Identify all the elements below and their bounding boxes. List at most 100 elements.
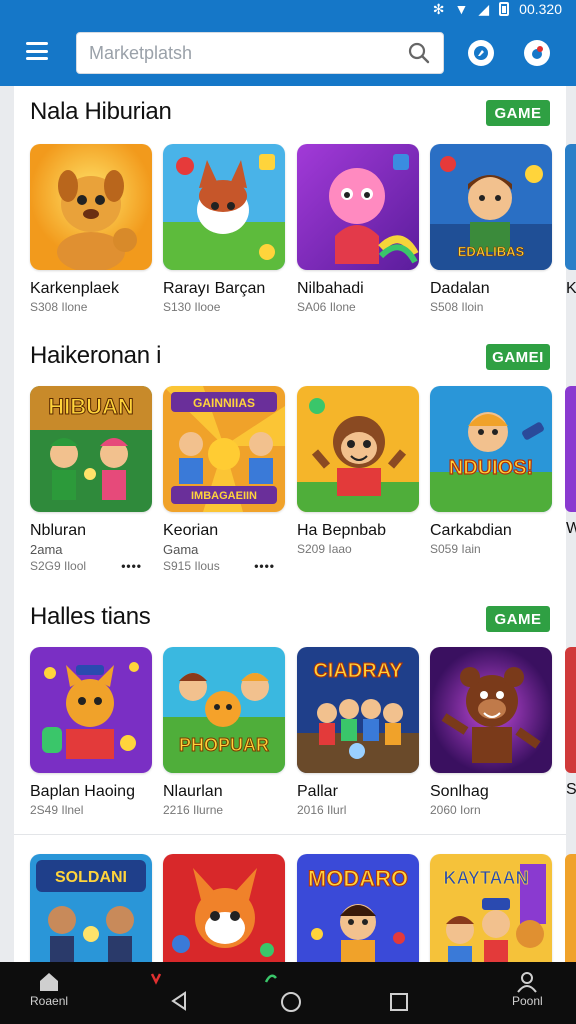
notification-dot-icon [150,973,162,985]
app-thumbnail[interactable]: HIBUAN [30,386,152,512]
app-category: Gama [163,542,199,557]
app-tile[interactable]: EDALIBAS Dadalan S508 Iloin [430,144,552,314]
game-badge[interactable]: GAME [486,606,550,632]
nav-profile-label: Poonl [512,994,543,1008]
thumbnail-title: MODARO [308,866,408,891]
app-thumbnail[interactable]: CIADRAY [297,647,419,773]
thumbnail-subtitle: IMBAGAEIIN [191,490,257,502]
nav-home-label: Roaenl [30,994,69,1008]
thumbnail-title: HIBUAN [48,394,134,419]
app-meta: S508 Iloin [430,300,484,314]
thumbnail-title: CIADRAY [313,660,403,682]
app-tile[interactable]: Nilbahadi SA06 Ilone [297,144,419,314]
app-name: Keorian [163,522,219,539]
app-name: Pallar [297,783,338,800]
app-tile[interactable]: Karkenplaek S308 Ilone [30,144,152,314]
game-badge[interactable]: GAMEI [486,344,550,370]
nav-profile[interactable]: Poonl [512,970,543,1008]
more-options-icon[interactable]: •••• [121,559,142,573]
thumbnail-title: GAINNIIAS [193,396,255,410]
thumbnail-title: EDALIBAS [458,244,525,259]
app-tile[interactable]: Sonlhag 2060 Iorn [430,647,552,817]
app-name: Carkabdian [430,522,512,539]
thumbnail-title: PHOPUAR [179,735,269,755]
profile-icon [517,972,538,993]
app-name: Rarayı Barçan [163,280,266,297]
section-title: Haikeronan i [30,342,162,369]
app-thumbnail[interactable] [30,647,152,773]
app-thumbnail[interactable]: EDALIBAS [430,144,552,270]
home-icon [40,973,59,991]
app-category: 2ama [30,542,63,557]
nav-home[interactable]: Roaenl [30,970,68,1008]
search-input[interactable]: Marketplatsh [89,43,407,64]
app-thumbnail[interactable]: NDUIOS! [430,386,552,512]
app-name: Nilbahadi [297,280,364,297]
app-meta: S2G9 Ilool •••• [30,559,142,573]
app-meta: S130 Ilooe [163,300,221,314]
bottom-navigation-bar: Roaenl Poonl [0,962,576,1024]
app-thumbnail-peek[interactable] [565,386,576,512]
section-title: Nala Hiburian [30,98,172,125]
app-tile[interactable]: GAINNIIAS IMBAGAEIIN Keorian Gama S915 Il… [163,386,285,573]
app-meta: 2016 Ilurl [297,803,347,817]
app-thumbnail-peek[interactable] [565,144,576,270]
app-meta: S059 Iain [430,542,481,556]
section-divider [14,834,566,835]
app-tile[interactable]: HIBUAN Nbluran 2ama S2G9 Ilool •••• [30,386,152,573]
app-thumbnail-peek[interactable] [565,647,576,773]
account-icon[interactable] [468,40,494,66]
app-name: Baplan Haoing [30,783,135,800]
app-tile[interactable]: PHOPUAR Nlaurlan 2216 Ilurne [163,647,285,817]
app-tile[interactable]: Baplan Haoing 2S49 Ilnel [30,647,152,817]
thumbnail-title: KAYTAAN [443,868,528,888]
back-icon[interactable] [168,990,190,1012]
app-screen: ✻ ▼ ◢ 00.320 Marketplatsh Nala Hiburian … [0,0,576,1024]
app-tile[interactable]: Ha Bepnbab S209 Iaao [297,386,419,556]
app-name-peek: W [566,520,576,537]
app-name: Dadalan [430,280,490,297]
app-name: Nbluran [30,522,87,539]
app-meta: 2216 Ilurne [163,803,224,817]
recents-icon[interactable] [389,992,409,1012]
app-meta: 2S49 Ilnel [30,803,84,817]
battery-icon [499,2,510,16]
search-bar[interactable]: Marketplatsh [76,32,444,74]
app-meta: S209 Iaao [297,542,352,556]
app-thumbnail[interactable] [163,144,285,270]
status-time: 00.320 [519,1,562,17]
app-meta: SA06 Ilone [297,300,356,314]
more-options-icon[interactable]: •••• [254,559,275,573]
status-bar: ✻ ▼ ◢ 00.320 [433,0,562,18]
app-thumbnail[interactable] [297,386,419,512]
app-name-peek: Ka [566,280,576,297]
wifi-icon: ▼ [454,1,469,17]
home-circle-icon[interactable] [279,990,303,1014]
thumbnail-title: NDUIOS! [449,457,533,479]
app-name: Nlaurlan [163,783,223,800]
app-meta: 2060 Iorn [430,803,481,817]
settings-icon: ✻ [432,0,445,17]
app-thumbnail[interactable]: PHOPUAR [163,647,285,773]
search-icon[interactable] [407,41,431,65]
app-thumbnail[interactable] [297,144,419,270]
app-thumbnail[interactable]: GAINNIIAS IMBAGAEIIN [163,386,285,512]
app-thumbnail[interactable] [430,647,552,773]
section-title: Halles tians [30,603,151,630]
app-meta: S915 Ilous •••• [163,559,275,573]
app-thumbnail[interactable] [30,144,152,270]
app-name: Sonlhag [430,783,489,800]
app-meta: S308 Ilone [30,300,88,314]
signal-icon: ◢ [478,0,490,17]
app-tile[interactable]: CIADRAY Pallar 2016 Ilurl [297,647,419,817]
app-name: Karkenplaek [30,280,119,297]
game-badge[interactable]: GAME [486,100,550,126]
notification-icon[interactable] [524,40,550,66]
top-app-bar: ✻ ▼ ◢ 00.320 Marketplatsh [0,0,576,86]
app-name: Ha Bepnbab [297,522,386,539]
sync-dot-icon [264,974,277,983]
app-tile[interactable]: NDUIOS! Carkabdian S059 Iain [430,386,552,556]
app-tile[interactable]: Rarayı Barçan S130 Ilooe [163,144,285,314]
app-name-peek: S [566,781,576,798]
menu-icon[interactable] [26,42,48,60]
